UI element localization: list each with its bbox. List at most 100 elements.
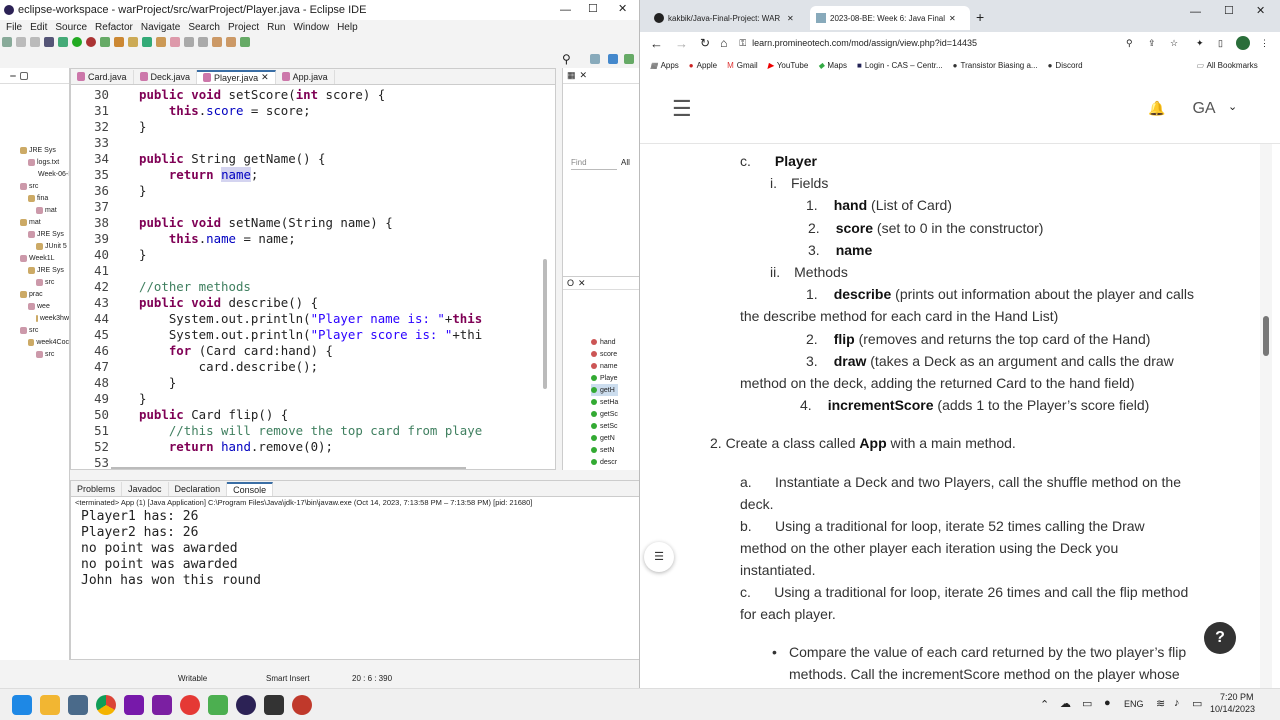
bookmark-gmail[interactable]: M Gmail — [727, 61, 758, 70]
package-tree-item[interactable]: src — [0, 348, 69, 360]
outline-item[interactable]: descr — [591, 456, 618, 468]
minimize-view-icon[interactable] — [10, 74, 16, 77]
help-button[interactable]: ? — [1204, 622, 1236, 654]
back-icon[interactable] — [212, 37, 222, 47]
package-tree-item[interactable]: mat — [0, 216, 69, 228]
clock-time[interactable]: 7:20 PM — [1220, 692, 1254, 702]
reload-icon[interactable]: ↻ — [700, 36, 710, 50]
new-class-icon[interactable] — [142, 37, 152, 47]
code-line[interactable]: public void setName(String name) { — [139, 215, 393, 231]
close-tab-icon[interactable]: ✕ — [787, 14, 794, 23]
outline-item[interactable]: getN — [591, 432, 618, 444]
code-line[interactable]: public void setScore(int score) { — [139, 87, 385, 103]
package-tree-item[interactable]: week4Coc — [0, 336, 69, 348]
terminal-icon[interactable] — [44, 37, 54, 47]
horizontal-scrollbar[interactable] — [111, 467, 466, 469]
java-perspective-icon[interactable] — [608, 54, 618, 64]
package-tree-item[interactable]: fina — [0, 192, 69, 204]
code-editor[interactable]: Card.java Deck.java Player.java ✕ App.jav… — [70, 68, 556, 470]
wifi-icon[interactable]: ≋ — [1156, 697, 1165, 710]
save-icon[interactable] — [16, 37, 26, 47]
code-line[interactable]: for (Card card:hand) { — [139, 343, 333, 359]
code-line[interactable]: } — [139, 119, 146, 135]
chevron-down-icon[interactable]: ⌄ — [1228, 100, 1237, 113]
outline-item[interactable]: score — [591, 348, 618, 360]
clock-date[interactable]: 10/14/2023 — [1210, 704, 1255, 714]
vscode-icon[interactable] — [152, 694, 172, 715]
scrollbar-thumb[interactable] — [1263, 316, 1269, 356]
menu-file[interactable]: File — [6, 22, 22, 33]
tab-deck-java[interactable]: Deck.java — [134, 69, 198, 84]
outline-item[interactable]: Playe — [591, 372, 618, 384]
code-line[interactable]: System.out.println("Player score is: "+t… — [139, 327, 482, 343]
vertical-scrollbar[interactable] — [543, 259, 547, 389]
bookmark-apple[interactable]: ● Apple — [689, 61, 717, 70]
language-indicator[interactable]: ENG — [1124, 699, 1144, 709]
task-list-icon[interactable]: ▦ — [567, 70, 576, 81]
package-tree-item[interactable]: logs.txt — [0, 156, 69, 168]
windows-start-icon[interactable] — [12, 694, 32, 715]
menu-navigate[interactable]: Navigate — [141, 22, 180, 33]
outline-item[interactable]: hand — [591, 336, 618, 348]
back-icon[interactable]: ← — [650, 36, 663, 51]
menu-search[interactable]: Search — [188, 22, 220, 33]
find-all-link[interactable]: All — [621, 158, 630, 167]
close-tab-icon[interactable]: ✕ — [261, 72, 269, 83]
new-java-project-icon[interactable] — [114, 37, 124, 47]
close-icon[interactable]: ✕ — [618, 2, 627, 15]
minimize-icon[interactable]: — — [560, 4, 571, 16]
recorder-icon[interactable] — [180, 694, 200, 715]
package-tree-item[interactable]: week3hw — [0, 312, 69, 324]
tray-chevron-icon[interactable]: ⌃ — [1040, 698, 1049, 711]
package-tree-item[interactable]: src — [0, 180, 69, 192]
menu-help[interactable]: Help — [337, 22, 358, 33]
close-tab-icon[interactable]: ✕ — [949, 14, 956, 23]
open-type-icon[interactable] — [156, 37, 166, 47]
package-tree-item[interactable]: wee — [0, 300, 69, 312]
package-tree-item[interactable]: JRE Sys — [0, 228, 69, 240]
tab-javadoc[interactable]: Javadoc — [122, 481, 169, 496]
chrome-icon[interactable] — [96, 694, 116, 715]
new-package-icon[interactable] — [128, 37, 138, 47]
menu-project[interactable]: Project — [228, 22, 259, 33]
code-line[interactable]: } — [139, 375, 176, 391]
code-line[interactable]: return name; — [139, 167, 258, 183]
bookmark-discord[interactable]: ● Discord — [1048, 61, 1083, 70]
package-tree-item[interactable]: JRE Sys — [0, 144, 69, 156]
menu-source[interactable]: Source — [55, 22, 87, 33]
tab-app-java[interactable]: App.java — [276, 69, 335, 84]
external-tools-icon[interactable] — [100, 37, 110, 47]
code-line[interactable]: } — [139, 247, 146, 263]
close-icon[interactable]: ✕ — [578, 278, 586, 289]
code-line[interactable]: } — [139, 391, 146, 407]
debug-perspective-icon[interactable] — [624, 54, 634, 64]
tab-player-java[interactable]: Player.java ✕ — [197, 69, 276, 84]
onenote-icon[interactable] — [124, 694, 144, 715]
hamburger-menu-icon[interactable]: ☰ — [672, 96, 692, 122]
new-tab-icon[interactable]: + — [976, 9, 984, 25]
home-icon[interactable]: ⌂ — [720, 36, 727, 50]
tab-card-java[interactable]: Card.java — [71, 69, 134, 84]
code-line[interactable]: public String getName() { — [139, 151, 326, 167]
tab-problems[interactable]: Problems — [71, 481, 123, 496]
code-line[interactable]: //this will remove the top card from pla… — [139, 423, 482, 439]
code-line[interactable]: } — [139, 183, 146, 199]
file-explorer-icon[interactable] — [40, 694, 60, 715]
bell-icon[interactable]: 🔔 — [1148, 100, 1165, 117]
drawer-toggle-button[interactable]: ☰ — [644, 542, 674, 572]
package-tree-item[interactable]: prac — [0, 288, 69, 300]
close-icon[interactable]: ✕ — [580, 70, 588, 81]
minimize-icon[interactable]: — — [1190, 6, 1201, 18]
new-icon[interactable] — [2, 37, 12, 47]
maximize-icon[interactable]: ☐ — [1224, 4, 1234, 17]
url-field[interactable]: learn.promineotech.com/mod/assign/view.p… — [752, 38, 977, 48]
menu-window[interactable]: Window — [293, 22, 329, 33]
bookmark-youtube[interactable]: ▶ YouTube — [768, 61, 809, 70]
page-scrollbar[interactable] — [1260, 144, 1272, 688]
forward-icon[interactable] — [226, 37, 236, 47]
code-area[interactable]: 30 public void setScore(int score) {31 th… — [71, 87, 555, 469]
bookmark-transistor[interactable]: ● Transistor Biasing a... — [953, 61, 1038, 70]
extensions-icon[interactable]: ✦ — [1196, 38, 1204, 49]
prev-annotation-icon[interactable] — [198, 37, 208, 47]
maximize-view-icon[interactable] — [20, 71, 28, 80]
